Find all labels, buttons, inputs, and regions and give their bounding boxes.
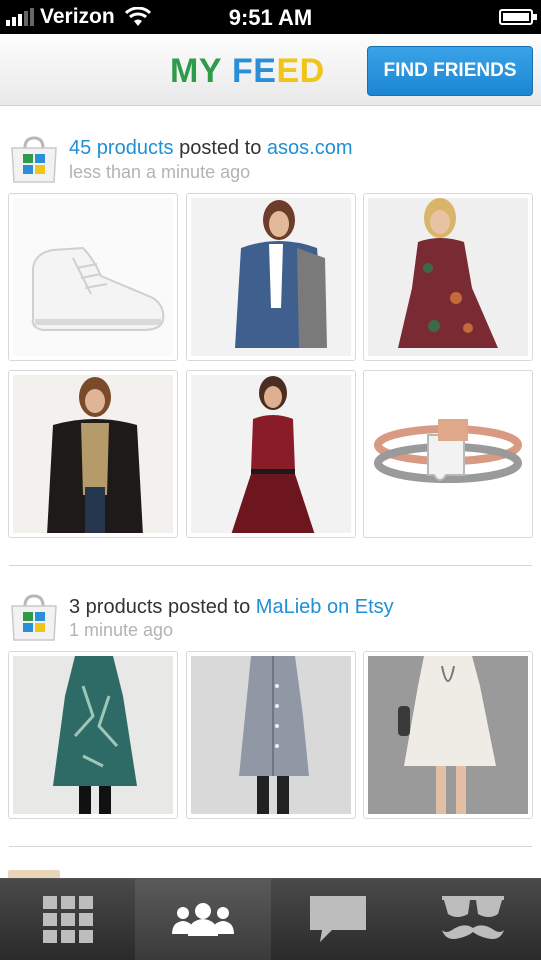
teal-print-tunic-model-icon: [13, 656, 173, 814]
product-thumbnail[interactable]: [186, 370, 356, 538]
high-top-sneaker-icon: [13, 198, 173, 356]
status-time: 9:51 AM: [228, 5, 313, 30]
tab-grid[interactable]: [0, 879, 135, 960]
chat-icon: [310, 896, 367, 942]
profile-mustache-icon: [442, 896, 505, 939]
title-letter: [222, 52, 232, 91]
black-cardigan-model-icon: [13, 375, 173, 533]
product-thumbnail[interactable]: [8, 193, 178, 361]
product-thumbnail[interactable]: [186, 651, 356, 819]
red-dress-model-icon: [191, 375, 351, 533]
grey-shirt-dress-model-icon: [191, 656, 351, 814]
product-thumbnail[interactable]: [363, 651, 533, 819]
product-thumbnail[interactable]: [363, 370, 533, 538]
battery-icon: [499, 9, 537, 25]
shopping-bag-icon: [11, 594, 57, 641]
next-feed-item-peek: [8, 870, 60, 878]
product-count-text: 3 products: [69, 596, 163, 618]
title-letter: E: [253, 52, 277, 90]
product-thumbnail[interactable]: [186, 193, 356, 361]
feed-divider: [9, 846, 532, 847]
page-title: MY FEED: [170, 52, 325, 91]
shopping-bag-icon: [11, 136, 57, 183]
white-tunic-model-icon: [368, 656, 528, 814]
product-thumbnail[interactable]: [8, 370, 178, 538]
store-link[interactable]: MaLieb on Etsy: [256, 596, 394, 618]
feed-item-title: 3 products posted to MaLieb on Etsy: [69, 596, 394, 618]
floral-dress-model-icon: [368, 198, 528, 356]
feed-item-time: less than a minute ago: [69, 162, 251, 182]
feed-item-title: 45 products posted to asos.com: [69, 137, 353, 159]
puzzle-ring-icon: [368, 375, 528, 533]
store-link[interactable]: asos.com: [267, 137, 353, 159]
title-letter: M: [170, 52, 199, 90]
tab-profile[interactable]: [406, 879, 541, 960]
title-letter: Y: [198, 52, 223, 90]
title-letter: F: [231, 52, 254, 90]
product-count-link[interactable]: 45 products: [69, 137, 174, 159]
friends-icon: [171, 903, 234, 936]
product-thumbnail[interactable]: [8, 651, 178, 819]
app-header: MY FEED FIND FRIENDS: [0, 34, 541, 106]
tab-messages[interactable]: [271, 879, 406, 960]
grid-icon: [42, 896, 93, 943]
feed-item: 45 products posted to asos.com less than…: [0, 108, 541, 568]
find-friends-button[interactable]: FIND FRIENDS: [367, 46, 533, 96]
feed-item: 3 products posted to MaLieb on Etsy 1 mi…: [0, 566, 541, 846]
status-bar: Verizon 9:51 AM: [0, 0, 541, 34]
tab-bar: [0, 878, 541, 960]
tab-friends[interactable]: [135, 879, 271, 960]
denim-jacket-model-icon: [191, 198, 351, 356]
title-letter: D: [299, 52, 325, 90]
title-letter: E: [276, 52, 300, 90]
feed-item-time: 1 minute ago: [69, 620, 174, 640]
product-thumbnail[interactable]: [363, 193, 533, 361]
